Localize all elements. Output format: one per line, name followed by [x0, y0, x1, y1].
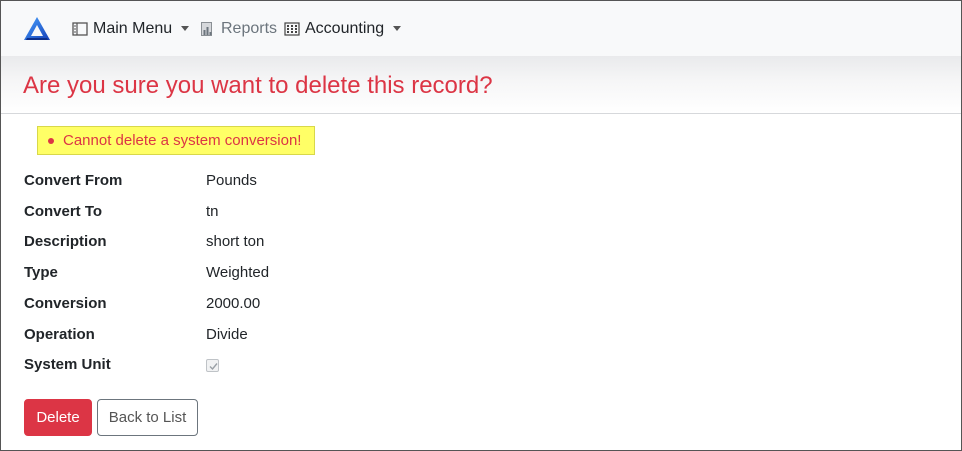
detail-label: Description	[24, 233, 107, 250]
delete-button[interactable]: Delete	[24, 399, 92, 436]
detail-value: 2000.00	[206, 295, 261, 312]
page-frame: Main Menu Reports Accounting Are you sur…	[0, 0, 962, 451]
nav-reports-label: Reports	[221, 20, 278, 37]
detail-label: Convert To	[24, 203, 103, 220]
detail-value: Divide	[206, 326, 248, 343]
chevron-down-icon	[393, 25, 402, 31]
bullet-icon	[48, 137, 54, 144]
validation-alert: Cannot delete a system conversion!	[37, 126, 315, 155]
system-unit-checkbox	[206, 359, 219, 372]
nav-accounting[interactable]: Accounting	[284, 17, 402, 41]
detail-label: Convert From	[24, 172, 123, 189]
alert-message: Cannot delete a system conversion!	[63, 132, 302, 149]
back-to-list-button[interactable]: Back to List	[97, 399, 198, 436]
bar-chart-icon	[200, 21, 216, 37]
top-navbar: Main Menu Reports Accounting	[1, 1, 961, 56]
detail-label: Operation	[24, 326, 95, 343]
detail-label: Conversion	[24, 295, 107, 312]
ledger-grid-icon	[284, 21, 300, 37]
page-header: Are you sure you want to delete this rec…	[1, 56, 961, 114]
triangle-logo-icon[interactable]	[23, 16, 51, 42]
detail-value: tn	[206, 203, 219, 220]
nav-reports[interactable]: Reports	[200, 17, 277, 41]
nav-accounting-label: Accounting	[305, 20, 385, 37]
nav-main-menu-label: Main Menu	[93, 20, 173, 37]
nav-main-menu[interactable]: Main Menu	[72, 17, 190, 41]
checkmark-icon	[209, 363, 218, 371]
detail-value: Weighted	[206, 264, 270, 281]
detail-label: System Unit	[24, 356, 111, 373]
detail-label: Type	[24, 264, 58, 281]
detail-value: short ton	[206, 233, 265, 250]
page-title: Are you sure you want to delete this rec…	[23, 72, 493, 99]
menu-list-icon	[72, 21, 88, 37]
detail-value: Pounds	[206, 172, 257, 189]
chevron-down-icon	[181, 25, 190, 31]
